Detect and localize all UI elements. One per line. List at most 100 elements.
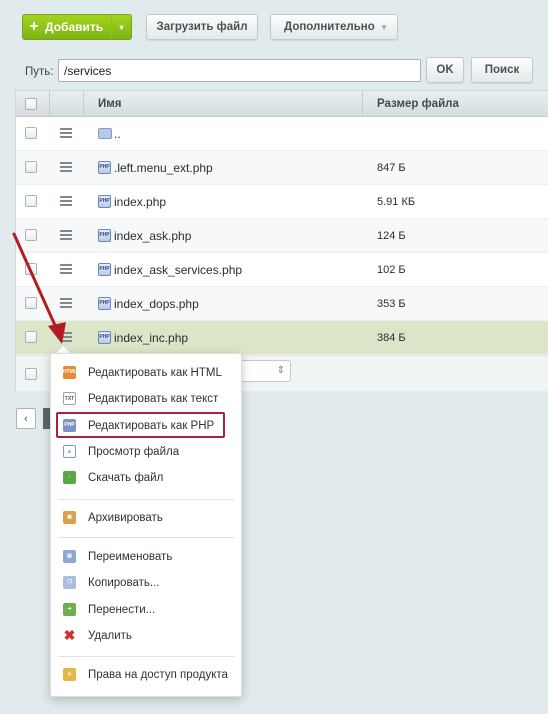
more-button-label: Дополнительно: [284, 21, 375, 33]
pager-prev-button[interactable]: ‹: [16, 408, 36, 429]
row-menu-icon[interactable]: [60, 298, 72, 308]
chevron-down-icon: ▼: [380, 22, 388, 32]
table-row[interactable]: PHP index_ask_services.php 102 Б: [16, 253, 548, 287]
more-button[interactable]: Дополнительно ▼: [270, 14, 398, 40]
row-menu-icon[interactable]: [60, 196, 72, 206]
select-all-checkbox[interactable]: [25, 98, 37, 110]
highlight-box: [56, 412, 225, 438]
action-select[interactable]: ⇕: [236, 360, 291, 382]
menu-item-label: Переименовать: [88, 551, 173, 563]
row-checkbox[interactable]: [25, 297, 37, 309]
ok-label: OK: [436, 64, 454, 76]
chevron-left-icon: ‹: [24, 412, 28, 425]
menu-notch: [56, 346, 70, 353]
file-table: Имя Размер файла .. PHP .left.menu_ext.p…: [15, 90, 548, 391]
row-menu-icon[interactable]: [60, 128, 72, 138]
menu-item-edit-html[interactable]: HTML Редактировать как HTML: [51, 360, 241, 386]
select-arrows-icon: ⇕: [276, 365, 285, 376]
txt-file-icon: TXT: [63, 392, 76, 405]
archive-box-icon: ▣: [63, 511, 76, 524]
table-row[interactable]: PHP index_ask.php 124 Б: [16, 219, 548, 253]
context-menu: HTML Редактировать как HTML TXT Редактир…: [50, 353, 242, 697]
file-name[interactable]: .left.menu_ext.php: [114, 151, 213, 185]
row-menu-icon[interactable]: [60, 332, 72, 342]
file-size: 124 Б: [377, 230, 406, 242]
table-row-selected[interactable]: PHP index_inc.php 384 Б: [16, 321, 548, 355]
php-file-icon: PHP: [98, 229, 111, 242]
row-checkbox[interactable]: [25, 127, 37, 139]
menu-item-label: Архивировать: [88, 512, 163, 524]
menu-item-delete[interactable]: ✖ Удалить: [51, 623, 241, 649]
upload-file-button[interactable]: Загрузить файл: [146, 14, 258, 40]
file-size: 384 Б: [377, 332, 406, 344]
file-name[interactable]: index_dops.php: [114, 287, 199, 321]
add-button[interactable]: + Добавить ▾: [22, 14, 132, 40]
upload-file-label: Загрузить файл: [156, 21, 248, 33]
add-button-label: Добавить: [45, 20, 104, 34]
move-icon: ➜: [63, 603, 76, 616]
menu-item-view-file[interactable]: ⌕ Просмотр файла: [51, 439, 241, 465]
menu-item-access-rights[interactable]: ♙ Права на доступ продукта: [51, 662, 241, 688]
menu-item-label: Редактировать как HTML: [88, 367, 222, 379]
file-size: 5.91 КБ: [377, 196, 416, 208]
php-file-icon: PHP: [98, 297, 111, 310]
table-row[interactable]: PHP index_dops.php 353 Б: [16, 287, 548, 321]
file-size: 353 Б: [377, 298, 406, 310]
php-file-icon: PHP: [98, 331, 111, 344]
menu-item-label: Права на доступ продукта: [88, 669, 228, 681]
footer-checkbox[interactable]: [25, 368, 37, 380]
menu-item-edit-text[interactable]: TXT Редактировать как текст: [51, 386, 241, 412]
row-menu-icon[interactable]: [60, 264, 72, 274]
file-name[interactable]: index_ask.php: [114, 219, 191, 253]
file-name[interactable]: index_inc.php: [114, 321, 188, 355]
user-lock-icon: ♙: [63, 668, 76, 681]
file-name[interactable]: index_ask_services.php: [114, 253, 242, 287]
row-checkbox[interactable]: [25, 195, 37, 207]
file-name[interactable]: ..: [114, 117, 121, 151]
menu-separator: [58, 499, 235, 500]
download-icon: ↓: [63, 471, 76, 484]
rename-icon: ▤: [63, 550, 76, 563]
table-header: Имя Размер файла: [16, 91, 548, 117]
menu-item-download[interactable]: ↓ Скачать файл: [51, 465, 241, 491]
row-checkbox[interactable]: [25, 331, 37, 343]
menu-item-label: Редактировать как текст: [88, 393, 219, 405]
search-label: Поиск: [484, 64, 520, 76]
table-row[interactable]: PHP index.php 5.91 КБ: [16, 185, 548, 219]
ok-button[interactable]: OK: [426, 57, 464, 83]
plus-icon: +: [29, 18, 39, 35]
menu-separator: [58, 537, 235, 538]
row-checkbox[interactable]: [25, 263, 37, 275]
menu-item-label: Просмотр файла: [88, 446, 180, 458]
menu-item-copy[interactable]: ❐ Копировать...: [51, 570, 241, 596]
php-file-icon: PHP: [98, 161, 111, 174]
search-button[interactable]: Поиск: [471, 57, 533, 83]
html-file-icon: HTML: [63, 366, 77, 379]
menu-item-label: Скачать файл: [88, 472, 164, 484]
menu-item-archive[interactable]: ▣ Архивировать: [51, 505, 241, 531]
folder-up-icon: [98, 128, 112, 139]
column-header-size[interactable]: Размер файла: [377, 91, 459, 117]
row-checkbox[interactable]: [25, 161, 37, 173]
menu-item-label: Удалить: [88, 630, 132, 642]
row-menu-icon[interactable]: [60, 162, 72, 172]
menu-item-rename[interactable]: ▤ Переименовать: [51, 544, 241, 570]
path-input[interactable]: /services: [58, 59, 421, 82]
file-size: 847 Б: [377, 162, 406, 174]
copy-icon: ❐: [63, 576, 76, 589]
column-header-name[interactable]: Имя: [98, 91, 121, 117]
menu-item-label: Перенести...: [88, 604, 156, 616]
table-row[interactable]: PHP .left.menu_ext.php 847 Б: [16, 151, 548, 185]
menu-separator: [58, 656, 235, 657]
table-row[interactable]: ..: [16, 117, 548, 151]
menu-item-move[interactable]: ➜ Перенести...: [51, 597, 241, 623]
file-name[interactable]: index.php: [114, 185, 166, 219]
row-menu-icon[interactable]: [60, 230, 72, 240]
magnifier-icon: ⌕: [63, 445, 76, 458]
menu-item-label: Копировать...: [88, 577, 160, 589]
php-file-icon: PHP: [98, 263, 111, 276]
row-checkbox[interactable]: [25, 229, 37, 241]
chevron-down-icon[interactable]: ▾: [111, 15, 131, 39]
path-label: Путь:: [25, 66, 54, 78]
file-size: 102 Б: [377, 264, 406, 276]
